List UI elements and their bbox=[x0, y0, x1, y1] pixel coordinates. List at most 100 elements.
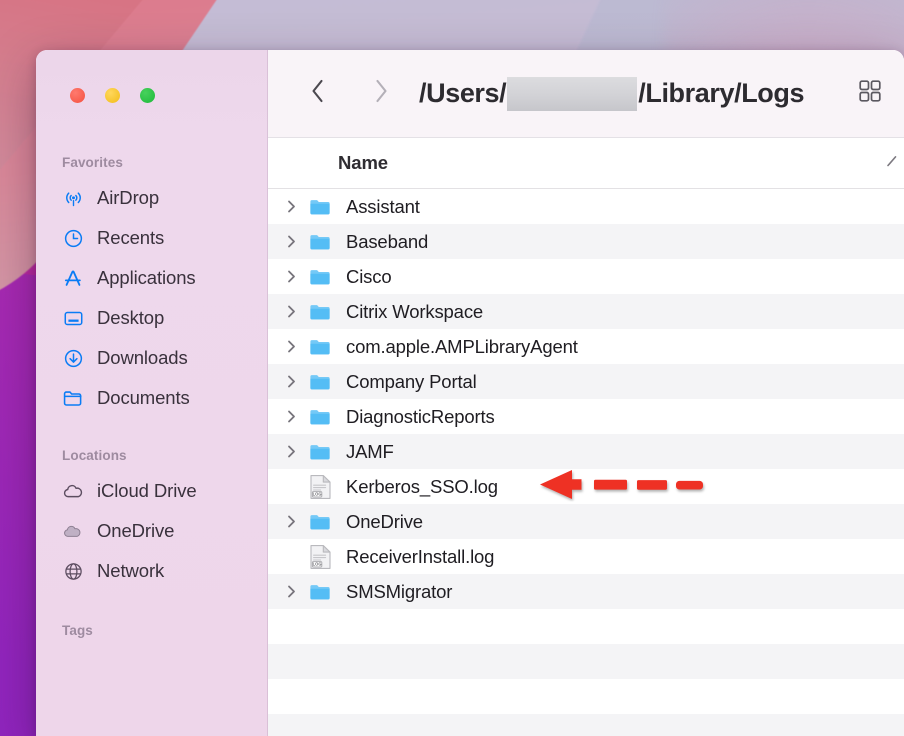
chevron-right-icon[interactable] bbox=[280, 304, 302, 319]
log-file-icon: LOG bbox=[306, 543, 334, 571]
folder-icon bbox=[306, 403, 334, 431]
chevron-right-icon[interactable] bbox=[280, 269, 302, 284]
sidebar-item-label: Downloads bbox=[97, 347, 188, 368]
sidebar-section-favorites-label: Favorites bbox=[62, 155, 123, 170]
toolbar: /Users/ /Library/Logs bbox=[268, 50, 904, 138]
folder-icon bbox=[306, 368, 334, 396]
row-name: SMSMigrator bbox=[346, 580, 453, 602]
table-row[interactable]: OneDrive bbox=[268, 504, 904, 539]
chevron-right-icon[interactable] bbox=[280, 374, 302, 389]
sidebar-favorites-list: AirDrop Recents Applications Desktop Dow… bbox=[36, 178, 268, 418]
folder-icon bbox=[306, 298, 334, 326]
table-row[interactable]: JAMF bbox=[268, 434, 904, 469]
table-row-kerberos-sso-log[interactable]: LOG Kerberos_SSO.log bbox=[268, 469, 904, 504]
sidebar-section-tags-label: Tags bbox=[62, 623, 93, 638]
row-name: Citrix Workspace bbox=[346, 300, 484, 322]
table-row[interactable]: com.apple.AMPLibraryAgent bbox=[268, 329, 904, 364]
sidebar-item-label: AirDrop bbox=[97, 187, 160, 208]
table-row-empty bbox=[268, 644, 904, 679]
chevron-right-icon[interactable] bbox=[280, 514, 302, 529]
table-row-empty bbox=[268, 679, 904, 714]
column-header-name[interactable]: Name bbox=[268, 152, 388, 174]
row-name: Cisco bbox=[346, 265, 392, 287]
download-icon bbox=[62, 347, 84, 369]
chevron-right-icon bbox=[371, 77, 391, 110]
log-file-icon: LOG bbox=[306, 473, 334, 501]
window-controls bbox=[36, 50, 268, 103]
maximize-button[interactable] bbox=[140, 88, 155, 103]
sidebar-item-label: Documents bbox=[97, 387, 190, 408]
table-row[interactable]: LOG ReceiverInstall.log bbox=[268, 539, 904, 574]
sidebar-section-locations-label: Locations bbox=[62, 448, 127, 463]
forward-button[interactable] bbox=[361, 74, 401, 114]
sidebar: Favorites AirDrop Recents Applications D… bbox=[36, 50, 268, 736]
sidebar-item-network[interactable]: Network bbox=[36, 551, 268, 591]
file-list[interactable]: Assistant Baseband Cisco Citrix Workspac… bbox=[268, 189, 904, 736]
chevron-right-icon[interactable] bbox=[280, 234, 302, 249]
sidebar-item-onedrive[interactable]: OneDrive bbox=[36, 511, 268, 551]
view-toggle-button[interactable] bbox=[848, 74, 892, 114]
table-row[interactable]: Cisco bbox=[268, 259, 904, 294]
folder-icon bbox=[306, 228, 334, 256]
svg-text:LOG: LOG bbox=[312, 491, 321, 496]
content-pane: /Users//Library/Logs Name Assistant Base… bbox=[268, 50, 904, 736]
row-name: JAMF bbox=[346, 440, 394, 462]
redacted-username-block bbox=[507, 76, 638, 111]
sidebar-item-recents[interactable]: Recents bbox=[36, 218, 268, 258]
table-row[interactable]: SMSMigrator bbox=[268, 574, 904, 609]
table-row-empty bbox=[268, 609, 904, 644]
sidebar-item-label: Recents bbox=[97, 227, 165, 248]
table-row[interactable]: Baseband bbox=[268, 224, 904, 259]
sidebar-item-label: OneDrive bbox=[97, 520, 175, 541]
chevron-right-icon[interactable] bbox=[280, 584, 302, 599]
annotation-arrow-icon bbox=[538, 467, 713, 506]
sidebar-item-airdrop[interactable]: AirDrop bbox=[36, 178, 268, 218]
table-row-empty bbox=[268, 714, 904, 736]
row-name: OneDrive bbox=[346, 510, 423, 532]
back-button[interactable] bbox=[298, 74, 338, 114]
sidebar-item-icloud-drive[interactable]: iCloud Drive bbox=[36, 471, 268, 511]
path-breadcrumb[interactable]: /Users/ /Library/Logs bbox=[419, 76, 805, 111]
grid-view-icon bbox=[857, 78, 883, 109]
chevron-up-icon bbox=[886, 154, 904, 173]
column-header-row: Name bbox=[268, 138, 904, 189]
sidebar-locations-list: iCloud Drive OneDrive Network bbox=[36, 471, 268, 591]
sidebar-item-documents[interactable]: Documents bbox=[36, 378, 268, 418]
sidebar-item-label: Applications bbox=[97, 267, 196, 288]
cloud-outline-icon bbox=[62, 480, 84, 502]
desktop-icon bbox=[62, 307, 84, 329]
folder-icon bbox=[62, 387, 84, 409]
cloud-filled-icon bbox=[62, 520, 84, 542]
chevron-right-icon[interactable] bbox=[280, 339, 302, 354]
sidebar-item-label: Desktop bbox=[97, 307, 165, 328]
folder-icon bbox=[306, 438, 334, 466]
row-name: Baseband bbox=[346, 230, 429, 252]
table-row[interactable]: Company Portal bbox=[268, 364, 904, 399]
sidebar-item-applications[interactable]: Applications bbox=[36, 258, 268, 298]
chevron-right-icon[interactable] bbox=[280, 409, 302, 424]
airdrop-icon bbox=[62, 187, 84, 209]
folder-icon bbox=[306, 508, 334, 536]
row-name: Company Portal bbox=[346, 370, 477, 392]
table-row[interactable]: Citrix Workspace bbox=[268, 294, 904, 329]
globe-icon bbox=[62, 560, 84, 582]
clock-icon bbox=[62, 227, 84, 249]
applications-icon bbox=[62, 267, 84, 289]
table-row[interactable]: DiagnosticReports bbox=[268, 399, 904, 434]
chevron-right-icon[interactable] bbox=[280, 199, 302, 214]
row-name: com.apple.AMPLibraryAgent bbox=[346, 335, 578, 357]
sidebar-item-desktop[interactable]: Desktop bbox=[36, 298, 268, 338]
path-prefix: /Users/ bbox=[419, 78, 507, 108]
chevron-left-icon bbox=[308, 77, 328, 110]
folder-icon bbox=[306, 333, 334, 361]
table-row[interactable]: Assistant bbox=[268, 189, 904, 224]
chevron-right-icon[interactable] bbox=[280, 444, 302, 459]
row-name: Assistant bbox=[346, 195, 420, 217]
row-name: ReceiverInstall.log bbox=[346, 545, 495, 567]
sidebar-item-label: Network bbox=[97, 560, 165, 581]
svg-text:LOG: LOG bbox=[312, 561, 321, 566]
minimize-button[interactable] bbox=[105, 88, 120, 103]
close-button[interactable] bbox=[70, 88, 85, 103]
sidebar-item-label: iCloud Drive bbox=[97, 480, 197, 501]
sidebar-item-downloads[interactable]: Downloads bbox=[36, 338, 268, 378]
